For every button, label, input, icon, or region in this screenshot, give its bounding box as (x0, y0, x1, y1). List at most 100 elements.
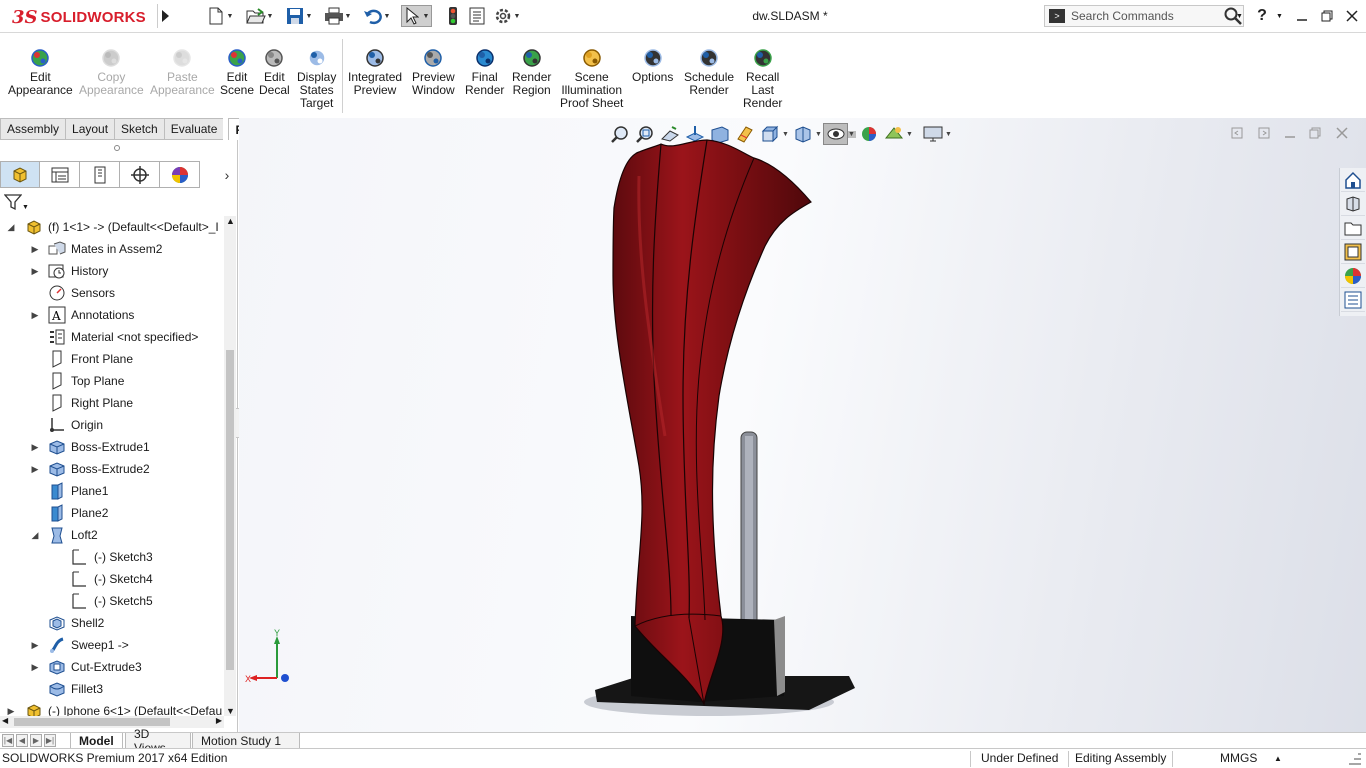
collapse-arrow-icon[interactable]: ◢ (30, 530, 40, 540)
search-commands[interactable]: > Search Commands (1044, 5, 1244, 27)
scroll-right-icon[interactable]: ▶ (216, 716, 222, 725)
expand-arrow-icon[interactable]: ▶ (30, 640, 40, 650)
render-region-button[interactable]: Render Region (512, 47, 551, 97)
schedule-render-button[interactable]: Schedule Render (684, 47, 734, 97)
new-document-group[interactable]: ▼ (206, 5, 234, 27)
resize-grip-icon[interactable] (1346, 750, 1364, 768)
print-group[interactable]: ▼ (324, 5, 352, 27)
save-group[interactable]: ▼ (285, 5, 313, 27)
traffic-light-icon[interactable] (443, 6, 463, 26)
tree-item[interactable]: ▶ History (0, 260, 224, 282)
tree-item[interactable]: Plane2 (0, 502, 224, 524)
filter-dropdown-icon[interactable]: ▼ (22, 204, 29, 211)
scroll-up-icon[interactable]: ▲ (226, 216, 235, 226)
tree-item[interactable]: Plane1 (0, 480, 224, 502)
dropdown-arrow-icon[interactable]: ▼ (906, 131, 914, 138)
bottom-tab-model[interactable]: Model (70, 733, 123, 749)
edit-scene-button[interactable]: Edit Scene (220, 47, 254, 97)
bottom-tab-motion-study-1[interactable]: Motion Study 1 (192, 733, 300, 749)
restore-icon[interactable] (1317, 6, 1337, 26)
property-manager-tab[interactable] (40, 161, 80, 188)
options-button[interactable]: Options (632, 47, 673, 84)
units-selector[interactable]: MMGS (1220, 751, 1257, 765)
tree-item[interactable]: ▶ Cut-Extrude3 (0, 656, 224, 678)
apply-scene-icon[interactable] (881, 123, 906, 145)
tree-item[interactable]: ▶ Boss-Extrude1 (0, 436, 224, 458)
tree-item[interactable]: Right Plane (0, 392, 224, 414)
open-folder-icon[interactable] (246, 6, 266, 26)
viewport-minimize-icon[interactable] (1282, 126, 1298, 140)
first-tab-icon[interactable]: |◀ (2, 734, 14, 747)
tree-scroll-thumb[interactable] (226, 350, 234, 670)
dropdown-arrow-icon[interactable]: ▼ (383, 13, 391, 20)
viewport-close-icon[interactable] (1334, 126, 1350, 140)
help-button[interactable]: ? (1252, 6, 1272, 26)
next-tab-icon[interactable]: ▶ (30, 734, 42, 747)
dropdown-arrow-icon[interactable]: ▼ (945, 131, 953, 138)
tree-item[interactable]: ▶ Boss-Extrude2 (0, 458, 224, 480)
design-library-icon[interactable] (1341, 192, 1365, 216)
tree-hscroll-thumb[interactable] (14, 718, 170, 726)
scroll-down-icon[interactable]: ▼ (226, 706, 235, 716)
file-explorer-icon[interactable] (1341, 216, 1365, 240)
options-group[interactable]: ▼ (493, 5, 521, 27)
tree-item[interactable]: Sensors (0, 282, 224, 304)
scroll-left-icon[interactable]: ◀ (2, 716, 8, 725)
edit-decal-button[interactable]: Edit Decal (259, 47, 290, 97)
viewport-restore-icon[interactable] (1307, 126, 1323, 140)
collapse-arrow-icon[interactable]: ◢ (6, 222, 16, 232)
graphics-area[interactable]: ▼ ▼ ▼ ▼ ▼ X Y (239, 118, 1366, 732)
tree-item[interactable]: Top Plane (0, 370, 224, 392)
tree-item[interactable]: Front Plane (0, 348, 224, 370)
display-manager-tab[interactable] (160, 161, 200, 188)
undo-icon[interactable] (363, 6, 383, 26)
help-dropdown-icon[interactable]: ▼ (1276, 5, 1283, 27)
units-dropdown-icon[interactable]: ▲ (1274, 754, 1282, 763)
view-palette-pane-icon[interactable] (1341, 240, 1365, 264)
expand-arrow-icon[interactable]: ▶ (30, 244, 40, 254)
display-states-target-button[interactable]: Display States Target (297, 47, 336, 110)
custom-properties-icon[interactable] (1341, 288, 1365, 312)
viewport-prev-icon[interactable] (1229, 126, 1245, 140)
tab-sketch[interactable]: Sketch (114, 118, 164, 140)
prev-tab-icon[interactable]: ◀ (16, 734, 28, 747)
dropdown-arrow-icon[interactable]: ▼ (305, 13, 313, 20)
tree-item[interactable]: ▶ A Annotations (0, 304, 224, 326)
tree-item[interactable]: (-) Sketch3 (0, 546, 224, 568)
tree-item[interactable]: (-) Sketch4 (0, 568, 224, 590)
tree-item[interactable]: Shell2 (0, 612, 224, 634)
filter-button[interactable]: ▼ (3, 192, 32, 214)
tree-item[interactable]: Origin (0, 414, 224, 436)
file-properties-icon[interactable] (467, 6, 487, 26)
filter-icon[interactable] (3, 193, 23, 214)
solidworks-resources-icon[interactable] (1341, 168, 1365, 192)
appearances-scenes-icon[interactable] (1341, 264, 1365, 288)
expand-arrow-icon[interactable]: ▶ (6, 706, 16, 716)
expand-arrow-icon[interactable]: ▶ (30, 464, 40, 474)
bottom-tab-3d-views[interactable]: 3D Views (125, 727, 191, 755)
dropdown-arrow-icon[interactable]: ▼ (422, 13, 430, 20)
last-tab-icon[interactable]: ▶| (44, 734, 56, 747)
dropdown-arrow-icon[interactable]: ▼ (344, 13, 352, 20)
expand-arrow-icon[interactable]: ▶ (30, 266, 40, 276)
rebuild-group[interactable] (443, 5, 463, 27)
edit-appearance-button[interactable]: Edit Appearance (8, 47, 73, 97)
tree-item[interactable]: ◢ (f) 1<1> -> (Default<<Default>_I (0, 216, 224, 238)
expand-arrow-icon[interactable]: ▶ (30, 662, 40, 672)
select-group[interactable]: ▼ (401, 5, 432, 27)
save-icon[interactable] (285, 6, 305, 26)
dropdown-arrow-icon[interactable]: ▼ (226, 13, 234, 20)
tab-evaluate[interactable]: Evaluate (163, 118, 224, 140)
search-dropdown-icon[interactable]: ▼ (1236, 5, 1243, 27)
tab-layout[interactable]: Layout (65, 118, 115, 140)
undo-group[interactable]: ▼ (363, 5, 391, 27)
tab-assembly[interactable]: Assembly (0, 118, 66, 140)
close-icon[interactable] (1342, 6, 1362, 26)
configuration-manager-tab[interactable] (80, 161, 120, 188)
tree-horizontal-scrollbar[interactable]: ◀ ▶ (0, 716, 224, 728)
tree-item[interactable]: ◢ Loft2 (0, 524, 224, 546)
tree-item[interactable]: ▶ (-) Iphone 6<1> (Default<<Defau (0, 700, 224, 716)
expand-menu-arrow-icon[interactable] (157, 4, 173, 28)
scene-illumination-button[interactable]: Scene Illumination Proof Sheet (560, 47, 623, 110)
dimxpert-manager-tab[interactable] (120, 161, 160, 188)
